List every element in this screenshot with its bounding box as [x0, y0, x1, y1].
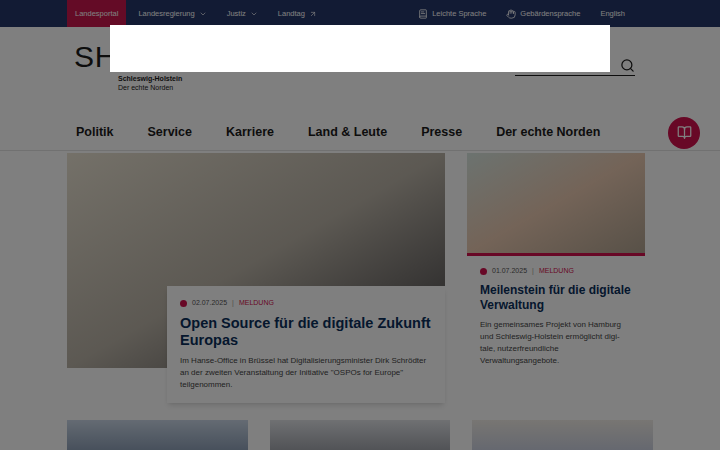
overlay[interactable] — [0, 0, 720, 450]
overlay-panel[interactable] — [110, 25, 610, 72]
page: LandesportalLandesregierungJustizLandtag… — [0, 0, 720, 450]
